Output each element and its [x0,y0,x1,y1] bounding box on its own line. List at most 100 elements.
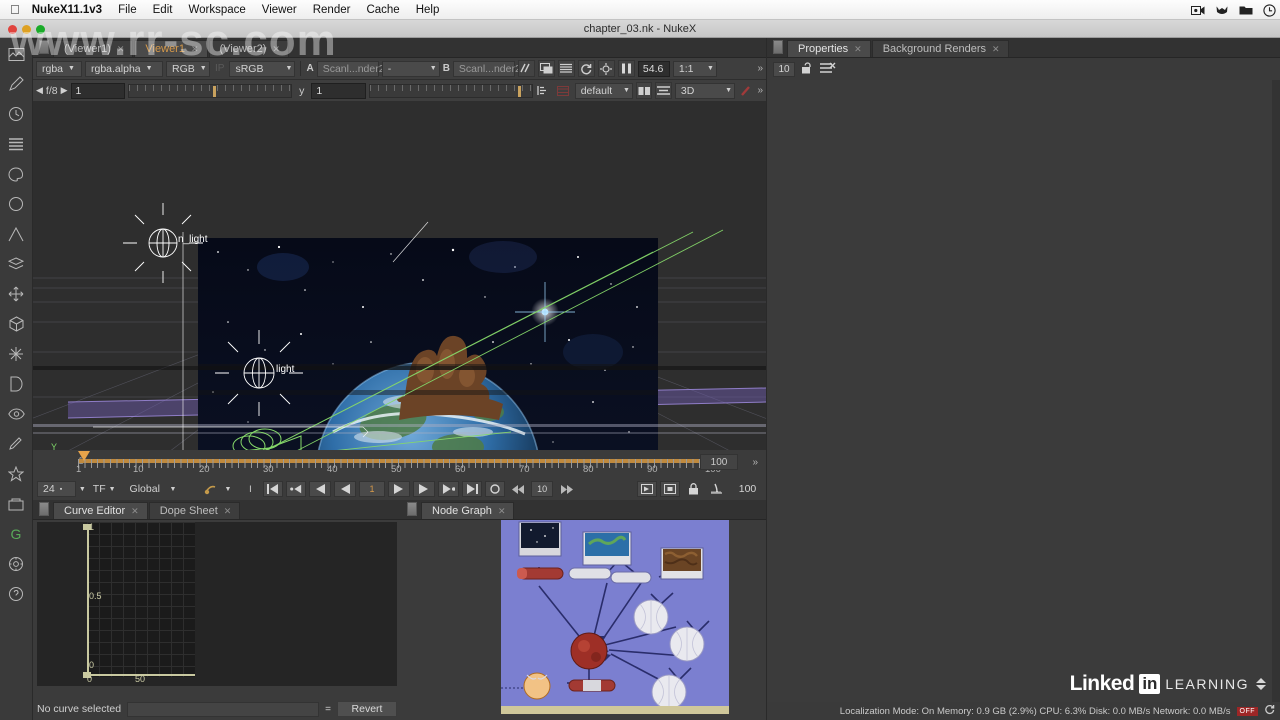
prev-key-icon[interactable] [286,481,307,497]
play-forward-icon[interactable] [388,481,411,497]
help-tools-icon[interactable] [5,584,27,604]
wipe-mode-select[interactable]: - ▼ [381,60,440,77]
slider-knob[interactable] [517,85,521,97]
close-button[interactable] [8,25,17,34]
apple-logo-icon[interactable]:  [10,3,20,16]
roi-x-field[interactable]: 1 [70,82,125,99]
equals-icon[interactable]: = [325,704,331,715]
timeline-end-field[interactable]: 100 [700,454,738,470]
prev-frame-icon[interactable] [309,481,332,497]
particles2-tools-icon[interactable] [5,554,27,574]
panel-grip[interactable] [407,502,417,516]
key-icon[interactable] [201,481,221,497]
panel-grip[interactable] [39,502,49,516]
record-icon[interactable] [485,481,506,497]
plugins-tools-icon[interactable] [5,494,27,514]
playhead[interactable] [78,451,90,461]
tab-viewer1-closed[interactable]: (Viewer1) ✕ [53,40,134,57]
draw-tools-icon[interactable] [5,74,27,94]
lock-icon[interactable] [683,481,703,497]
display-channel-select[interactable]: RGB ▼ [166,60,210,77]
maximize-button[interactable] [36,25,45,34]
channel-tools-icon[interactable] [5,134,27,154]
menu-help[interactable]: Help [416,4,440,16]
out-point-icon[interactable] [660,481,680,497]
chevron-down-icon[interactable]: ▼ [224,486,231,493]
minimize-button[interactable] [22,25,31,34]
lighting-icon[interactable] [738,82,754,99]
fullframe-icon[interactable] [706,481,726,497]
chevron-down-icon[interactable]: ▼ [109,486,116,493]
tab-curve-editor[interactable]: Curve Editor ✕ [53,502,148,519]
gizmos-tools-icon[interactable]: G [5,524,27,544]
window-traffic-lights[interactable] [8,25,45,34]
3d-tools-icon[interactable] [5,314,27,334]
revert-button[interactable]: Revert [337,701,397,717]
folder-icon[interactable] [1239,5,1253,16]
timecode-mode-label[interactable]: TF [89,483,106,495]
close-icon[interactable]: ✕ [117,44,125,55]
insert-key-icon[interactable]: I [240,481,260,497]
clone-viewer-icon[interactable] [635,82,653,99]
refresh-icon[interactable] [1264,704,1275,718]
close-icon[interactable]: ✕ [224,506,232,517]
tab-properties[interactable]: Properties ✕ [787,40,871,57]
chevron-down-icon[interactable] [1256,685,1266,690]
expand-toolbar-icon[interactable]: » [757,63,763,74]
status-badge[interactable]: OFF [1236,706,1258,716]
menu-file[interactable]: File [118,4,137,16]
color-tools-icon[interactable] [5,164,27,184]
keyer-tools-icon[interactable] [5,224,27,244]
roi-x-slider[interactable] [127,83,293,98]
view-mode-select[interactable]: 3D ▼ [674,82,736,99]
zoom-select[interactable]: 1:1 ▼ [672,60,717,77]
viewer-canvas[interactable]: n_light light Cam_Typical HD_720 Y X [33,102,766,464]
tab-viewer2[interactable]: (Viewer2) ✕ [208,40,289,57]
current-frame-field[interactable]: 1 [358,481,386,497]
gain-field[interactable]: 54.6 [637,60,670,77]
menu-render[interactable]: Render [313,4,351,16]
screen-record-icon[interactable] [1191,5,1205,16]
panel-grip[interactable] [39,40,49,54]
other-tools-icon[interactable] [5,464,27,484]
clear-all-icon[interactable] [820,62,836,77]
fps-select[interactable]: 24 ▪ [37,481,76,497]
malware-shield-icon[interactable] [1215,4,1229,16]
chevron-down-icon[interactable]: ▼ [79,486,86,493]
tab-dope-sheet[interactable]: Dope Sheet ✕ [148,502,241,519]
layer-select[interactable]: rgba.alpha ▼ [85,60,163,77]
metadata-tools-icon[interactable] [5,434,27,454]
close-icon[interactable]: ✕ [498,506,506,517]
deep-tools-icon[interactable] [5,374,27,394]
gain-toggle-icon[interactable] [517,60,535,77]
input-a-select[interactable]: Scanl...nder2 [316,60,385,77]
layout-icon[interactable] [655,82,672,99]
refresh-icon[interactable] [577,60,595,77]
image-tools-icon[interactable] [5,44,27,64]
channel-select[interactable]: rgba ▼ [36,60,82,77]
next-frame-icon[interactable] [413,481,435,497]
roi-y-slider[interactable] [368,83,533,98]
menu-cache[interactable]: Cache [366,4,399,16]
close-icon[interactable]: ✕ [854,44,862,55]
menu-viewer[interactable]: Viewer [262,4,297,16]
max-panels-field[interactable]: 10 [773,61,795,77]
menu-edit[interactable]: Edit [153,4,173,16]
guides-icon[interactable] [555,82,571,99]
ip-toggle[interactable]: IP [213,63,226,74]
close-icon[interactable]: ✕ [272,44,280,55]
views-tools-icon[interactable] [5,404,27,424]
in-point-icon[interactable] [637,481,657,497]
step-forward-icon[interactable] [556,481,576,497]
close-icon[interactable]: ✕ [191,44,199,55]
close-icon[interactable]: ✕ [992,44,1000,55]
expression-field[interactable] [127,701,320,717]
input-b-select[interactable]: Scanl...nder2 [452,60,521,77]
timeline-ruler[interactable]: 1 10 20 30 40 50 60 70 80 90 100 [76,451,721,475]
last-frame-icon[interactable] [462,481,483,497]
scanlines-icon[interactable] [557,60,575,77]
close-icon[interactable]: ✕ [131,506,139,517]
tab-node-graph[interactable]: Node Graph ✕ [421,502,515,519]
play-backward-icon[interactable] [334,481,356,497]
pause-icon[interactable] [617,60,635,77]
